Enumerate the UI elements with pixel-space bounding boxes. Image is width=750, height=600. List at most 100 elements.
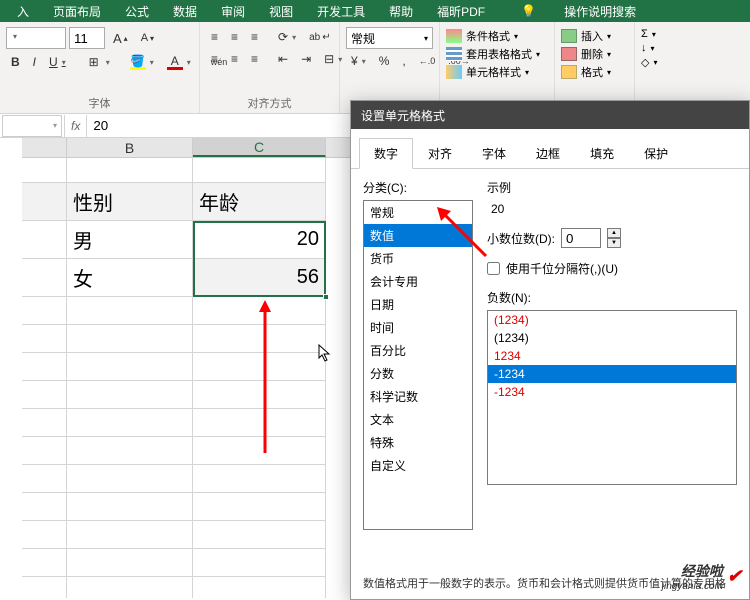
tab-developer[interactable]: 开发工具 xyxy=(305,0,377,22)
decimal-increase-button[interactable]: ▲ xyxy=(607,228,621,238)
cell[interactable] xyxy=(22,259,67,297)
font-group-label: 字体 xyxy=(6,93,193,113)
wrap-text-button[interactable]: ab↵ xyxy=(304,29,336,46)
font-name-combo[interactable] xyxy=(6,27,66,49)
cell-c-header[interactable]: 年龄 xyxy=(193,183,326,221)
negative-option[interactable]: (1234) xyxy=(488,329,736,347)
category-general[interactable]: 常规 xyxy=(364,201,472,224)
tab-foxit-pdf[interactable]: 福昕PDF xyxy=(425,0,497,22)
font-color-button[interactable]: A xyxy=(162,51,196,73)
format-as-table-button[interactable]: 套用表格格式▾ xyxy=(446,45,548,63)
negative-option[interactable]: -1234 xyxy=(488,365,736,383)
decrease-font-button[interactable]: A▾ xyxy=(136,29,159,47)
tab-insert-partial[interactable]: 入 xyxy=(5,0,41,22)
category-custom[interactable]: 自定义 xyxy=(364,454,472,477)
tab-font[interactable]: 字体 xyxy=(467,138,521,169)
tab-formulas[interactable]: 公式 xyxy=(113,0,161,22)
fill-handle[interactable] xyxy=(323,294,329,300)
tab-number[interactable]: 数字 xyxy=(359,138,413,169)
delete-icon xyxy=(561,47,577,61)
decimal-decrease-button[interactable]: ▼ xyxy=(607,238,621,248)
align-bottom-button[interactable]: ≡ xyxy=(246,27,263,47)
category-fraction[interactable]: 分数 xyxy=(364,362,472,385)
cell-styles-button[interactable]: 单元格样式▾ xyxy=(446,63,548,81)
border-button[interactable]: ⊞ xyxy=(81,51,115,73)
insert-cells-button[interactable]: 插入▾ xyxy=(561,27,628,45)
category-accounting[interactable]: 会计专用 xyxy=(364,270,472,293)
align-middle-button[interactable]: ≡ xyxy=(226,27,243,47)
orientation-button[interactable]: ⟳ xyxy=(273,27,301,47)
tab-view[interactable]: 视图 xyxy=(257,0,305,22)
decrease-indent-button[interactable]: ⇤ xyxy=(273,49,293,69)
tab-page-layout[interactable]: 页面布局 xyxy=(41,0,113,22)
col-header-a-partial[interactable] xyxy=(22,138,67,157)
align-center-button[interactable]: ≡ xyxy=(226,49,243,69)
tab-data[interactable]: 数据 xyxy=(161,0,209,22)
category-percentage[interactable]: 百分比 xyxy=(364,339,472,362)
percent-button[interactable]: % xyxy=(374,51,395,71)
fill-color-button[interactable]: 🪣 xyxy=(125,51,159,73)
increase-font-button[interactable]: A▴ xyxy=(108,28,133,49)
category-special[interactable]: 特殊 xyxy=(364,431,472,454)
alignment-group-label: 对齐方式 xyxy=(206,93,333,113)
comma-button[interactable]: , xyxy=(397,51,410,71)
category-currency[interactable]: 货币 xyxy=(364,247,472,270)
category-time[interactable]: 时间 xyxy=(364,316,472,339)
tell-me-search[interactable]: 💡操作说明搜索 xyxy=(497,0,660,22)
number-format-combo[interactable]: 常规▾ xyxy=(346,27,433,49)
font-size-combo[interactable] xyxy=(69,27,105,49)
category-text[interactable]: 文本 xyxy=(364,408,472,431)
increase-decimal-button[interactable]: ←.0 xyxy=(414,53,441,69)
border-icon: ⊞ xyxy=(86,54,102,70)
insert-icon xyxy=(561,29,577,43)
cell-active[interactable]: 20 xyxy=(193,221,326,259)
bold-button[interactable]: B xyxy=(6,52,25,72)
conditional-format-button[interactable]: 条件格式▾ xyxy=(446,27,548,45)
name-box[interactable]: ▾ xyxy=(2,115,62,137)
thousands-separator-label: 使用千位分隔符(,)(U) xyxy=(506,260,618,277)
currency-button[interactable]: ¥ xyxy=(346,51,371,71)
category-date[interactable]: 日期 xyxy=(364,293,472,316)
alignment-group: ≡ ≡ ≡ ⟳ ab↵ ≡ ≡ ≡ ⇤ ⇥ ⊟ 对齐方式 xyxy=(200,22,340,113)
fx-button[interactable]: fx xyxy=(64,115,87,137)
category-list[interactable]: 常规 数值 货币 会计专用 日期 时间 百分比 分数 科学记数 文本 特殊 自定… xyxy=(363,200,473,530)
tab-review[interactable]: 审阅 xyxy=(209,0,257,22)
fill-button[interactable]: ↓▾ xyxy=(641,41,669,55)
cell[interactable]: 56 xyxy=(193,259,326,297)
negative-label: 负数(N): xyxy=(487,289,737,306)
ribbon-tabs: 入 页面布局 公式 数据 审阅 视图 开发工具 帮助 福昕PDF 💡操作说明搜索 xyxy=(0,0,750,22)
clear-button[interactable]: ◇▾ xyxy=(641,55,669,70)
category-number[interactable]: 数值 xyxy=(364,224,472,247)
tab-fill[interactable]: 填充 xyxy=(575,138,629,169)
negative-option[interactable]: (1234) xyxy=(488,311,736,329)
cell[interactable]: 女 xyxy=(67,259,193,297)
thousands-separator-checkbox[interactable] xyxy=(487,262,500,275)
col-header-b[interactable]: B xyxy=(67,138,193,157)
underline-button[interactable]: U xyxy=(44,52,71,72)
cell-b-header[interactable]: 性别 xyxy=(67,183,193,221)
cell[interactable] xyxy=(22,221,67,259)
cell[interactable]: 男 xyxy=(67,221,193,259)
cell[interactable] xyxy=(22,183,67,221)
decimal-places-input[interactable] xyxy=(561,228,601,248)
align-left-button[interactable]: ≡ xyxy=(206,49,223,69)
negative-option[interactable]: 1234 xyxy=(488,347,736,365)
tab-alignment[interactable]: 对齐 xyxy=(413,138,467,169)
category-scientific[interactable]: 科学记数 xyxy=(364,385,472,408)
paint-bucket-icon: 🪣 xyxy=(130,54,146,70)
tab-border[interactable]: 边框 xyxy=(521,138,575,169)
negative-option[interactable]: -1234 xyxy=(488,383,736,401)
tab-protection[interactable]: 保护 xyxy=(629,138,683,169)
align-top-button[interactable]: ≡ xyxy=(206,27,223,47)
autosum-button[interactable]: Σ▾ xyxy=(641,27,669,41)
align-right-button[interactable]: ≡ xyxy=(246,49,263,69)
checkmark-icon: ✔ xyxy=(727,566,742,587)
format-cells-button[interactable]: 格式▾ xyxy=(561,63,628,81)
delete-cells-button[interactable]: 删除▾ xyxy=(561,45,628,63)
italic-button[interactable]: I xyxy=(28,52,41,72)
increase-indent-button[interactable]: ⇥ xyxy=(296,49,316,69)
tab-help[interactable]: 帮助 xyxy=(377,0,425,22)
cell-styles-icon xyxy=(446,65,462,79)
col-header-c[interactable]: C xyxy=(193,138,326,157)
negative-numbers-list[interactable]: (1234) (1234) 1234 -1234 -1234 xyxy=(487,310,737,485)
